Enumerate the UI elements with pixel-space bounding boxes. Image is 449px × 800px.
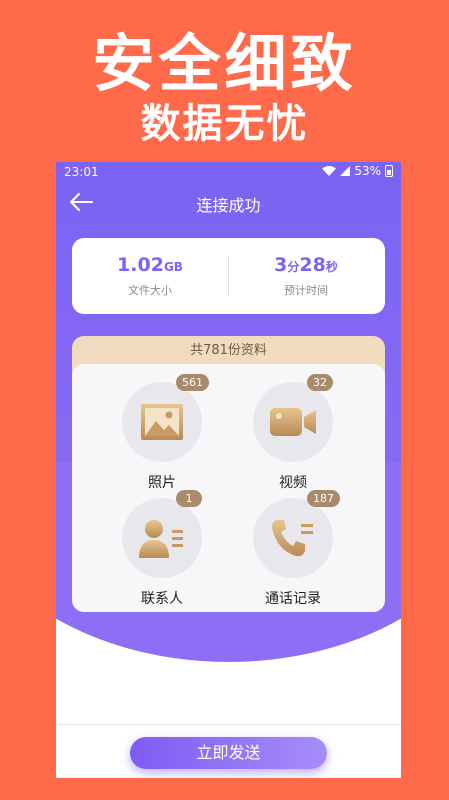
estimated-time-label: 预计时间: [284, 284, 328, 297]
data-total-header: 共781份资料: [190, 343, 267, 358]
category-call-log[interactable]: 187 通话记录: [233, 490, 353, 608]
nav-bar: 连接成功: [56, 182, 401, 222]
page-title: 连接成功: [196, 196, 261, 215]
contacts-icon: [139, 520, 183, 558]
file-size-value: 1.02: [117, 254, 164, 276]
time-seconds-unit: 秒: [325, 260, 338, 274]
status-time: 23:01: [64, 165, 99, 179]
photo-label: 照片: [148, 475, 176, 491]
phone-screen: 23:01 53% 连接成功 1.02GB 文件大小 3分28秒 预计时间 共7…: [56, 162, 401, 778]
status-bar: 23:01 53%: [56, 162, 401, 182]
video-icon: [270, 408, 316, 436]
contacts-count-badge: 1: [176, 490, 202, 507]
promo-title: 安全细致: [92, 27, 357, 100]
file-size-unit: GB: [163, 260, 183, 274]
category-contacts[interactable]: 1 联系人: [102, 490, 222, 608]
contacts-label: 联系人: [141, 591, 183, 607]
battery-icon: [385, 165, 393, 177]
category-videos[interactable]: 32 视频: [233, 374, 353, 492]
signal-icon: [340, 166, 351, 176]
wifi-icon: [322, 166, 337, 176]
video-label: 视频: [279, 475, 307, 491]
call-log-label: 通话记录: [265, 591, 321, 607]
estimated-time-stat: 3分28秒 预计时间: [228, 254, 384, 298]
time-minutes: 3: [274, 254, 288, 276]
time-seconds: 28: [299, 254, 326, 276]
transfer-stats-card: 1.02GB 文件大小 3分28秒 预计时间: [72, 238, 385, 314]
photo-count-badge: 561: [176, 374, 209, 391]
file-size-stat: 1.02GB 文件大小: [72, 254, 228, 298]
data-categories: 561 照片 32 视频 1 联系人 187 通话记录: [72, 364, 385, 612]
time-minutes-unit: 分: [287, 260, 300, 274]
call-log-count-badge: 187: [307, 490, 340, 507]
call-log-icon: [272, 520, 313, 557]
video-count-badge: 32: [307, 374, 333, 391]
promo-subtitle: 数据无忧: [140, 101, 309, 147]
battery-percent: 53%: [354, 164, 381, 178]
send-now-button[interactable]: 立即发送: [130, 737, 327, 769]
data-summary-card: 共781份资料 561 照片 32 视频 1 联系人 187 通话记录: [72, 336, 385, 612]
file-size-label: 文件大小: [128, 284, 172, 297]
bottom-divider: [56, 724, 401, 725]
category-photos[interactable]: 561 照片: [102, 374, 222, 492]
photo-icon: [141, 404, 183, 440]
